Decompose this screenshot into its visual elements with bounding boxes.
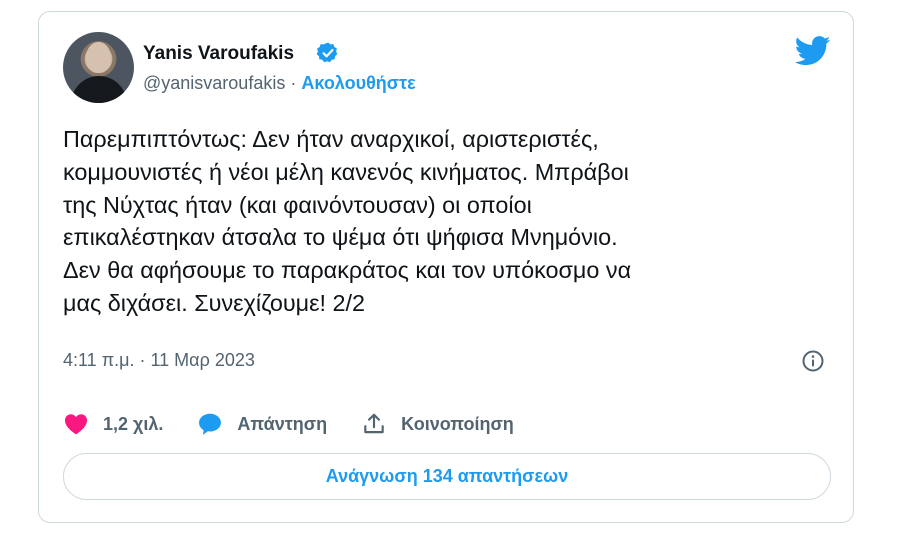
reply-label: Απάντηση: [237, 413, 328, 434]
tweet-timestamp[interactable]: 4:11 π.μ. · 11 Μαρ 2023: [63, 350, 255, 371]
twitter-bird-icon[interactable]: [795, 36, 831, 66]
info-icon[interactable]: [801, 349, 825, 373]
avatar[interactable]: [63, 32, 134, 103]
tweet-card: Yanis Varoufakis @yanisvaroufakis · Ακολ…: [38, 11, 854, 523]
avatar-shoulders: [71, 76, 127, 103]
follow-link[interactable]: Ακολουθήστε: [301, 73, 415, 93]
likes-count: 1,2 χιλ.: [103, 413, 164, 434]
reply-button[interactable]: Απάντηση: [197, 411, 327, 437]
share-button[interactable]: Κοινοποίηση: [361, 411, 514, 437]
share-label: Κοινοποίηση: [401, 413, 514, 434]
read-replies-button[interactable]: Ανάγνωση 134 απαντήσεων: [63, 453, 831, 500]
speech-bubble-icon: [199, 413, 222, 435]
tweet-actions: 1,2 χιλ. Απάντηση Κοινοποίηση: [63, 411, 548, 437]
author-handle-line: @yanisvaroufakis · Ακολουθήστε: [143, 73, 416, 94]
like-button[interactable]: 1,2 χιλ.: [63, 411, 163, 437]
heart-icon: [64, 414, 88, 435]
author-name[interactable]: Yanis Varoufakis: [143, 43, 294, 65]
avatar-face: [86, 42, 111, 73]
verified-badge-icon: [316, 42, 338, 63]
handle-separator: ·: [290, 73, 297, 93]
share-upload-icon: [364, 413, 384, 434]
tweet-text: Παρεμπιπτόντως: Δεν ήταν αναρχικοί, αρισ…: [63, 126, 632, 316]
author-handle[interactable]: @yanisvaroufakis: [143, 73, 285, 93]
